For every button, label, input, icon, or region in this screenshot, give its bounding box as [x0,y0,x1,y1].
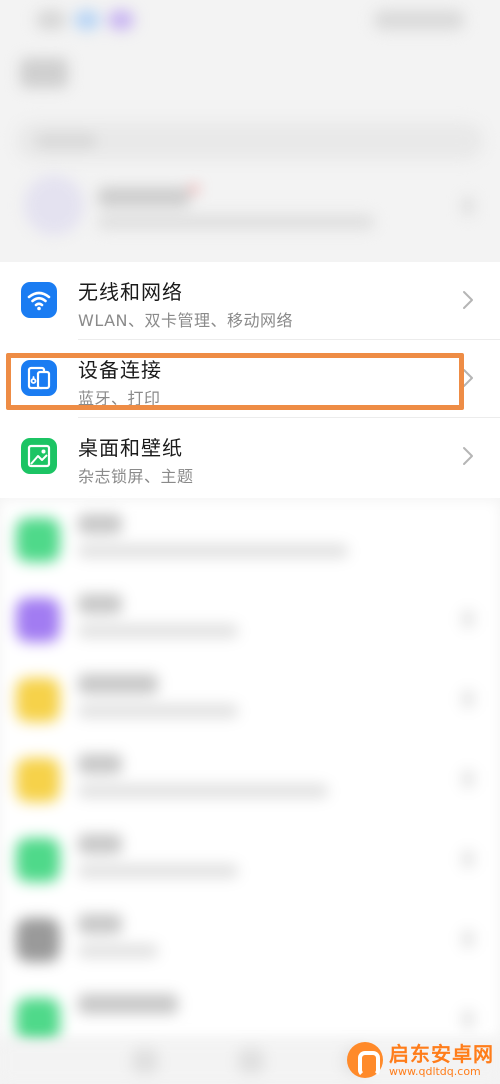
list-item[interactable] [0,820,500,898]
list-item[interactable] [0,500,500,578]
notification-dot [190,185,198,193]
status-bar [0,0,500,44]
status-icon [36,10,66,30]
chevron-right-icon [462,610,474,628]
chevron-right-icon [463,447,473,465]
nav-home-icon[interactable] [238,1048,264,1074]
settings-item-subtitle: WLAN、双卡管理、移动网络 [78,311,294,330]
chevron-right-icon [462,197,474,215]
watermark-url: www.qdltdq.com [389,1064,481,1078]
list-item-title [78,594,122,614]
settings-item-title: 桌面和壁纸 [78,436,183,460]
app-icon [16,678,60,722]
highlight-box [6,353,464,410]
settings-item-desktop-wallpaper[interactable]: 桌面和壁纸 杂志锁屏、主题 [0,418,500,496]
list-item-subtitle [78,784,328,798]
settings-item-wireless-network[interactable]: 无线和网络 WLAN、双卡管理、移动网络 [0,262,500,340]
list-item-title [78,834,122,854]
app-icon [16,598,60,642]
account-name [98,187,190,207]
list-item[interactable] [0,740,500,818]
wifi-icon [21,282,57,318]
list-item-subtitle [78,864,238,878]
list-item-title [78,754,122,774]
account-subtitle [98,215,374,229]
page-title [20,58,68,88]
list-item[interactable] [0,660,500,738]
account-card[interactable] [0,165,500,247]
app-icon [16,998,60,1042]
watermark-name: 启东安卓网 [389,1041,494,1066]
chevron-right-icon [462,930,474,948]
chevron-right-icon [462,770,474,788]
settings-item-title: 无线和网络 [78,280,183,304]
avatar [24,175,84,235]
list-item-subtitle [78,544,348,558]
list-item-subtitle [78,944,158,958]
app-icon [16,758,60,802]
chevron-right-icon [462,1010,474,1028]
status-icons [36,10,134,30]
list-item-title [78,674,158,694]
search-placeholder [36,133,96,149]
list-item-subtitle [78,704,238,718]
chevron-right-icon [463,291,473,309]
app-icon [16,518,60,562]
list-item[interactable] [0,900,500,978]
settings-item-subtitle: 杂志锁屏、主题 [78,467,194,486]
list-item-title [78,514,122,534]
wallpaper-icon [21,438,57,474]
watermark: 启东安卓网 www.qdltdq.com [347,1040,494,1080]
nav-back-icon[interactable] [132,1048,158,1074]
list-item[interactable] [0,580,500,658]
status-icon [74,10,100,30]
status-icon [108,10,134,30]
status-right-icons [374,10,464,30]
list-item-title [78,914,122,934]
blurred-settings-list [0,500,500,1042]
list-item-subtitle [78,624,238,638]
watermark-logo-icon [347,1042,383,1078]
chevron-right-icon [462,690,474,708]
search-bar[interactable] [16,122,484,160]
chevron-right-icon [462,850,474,868]
watermark-text: 启东安卓网 www.qdltdq.com [389,1044,494,1077]
app-icon [16,838,60,882]
list-item-title [78,994,178,1014]
app-icon [16,918,60,962]
